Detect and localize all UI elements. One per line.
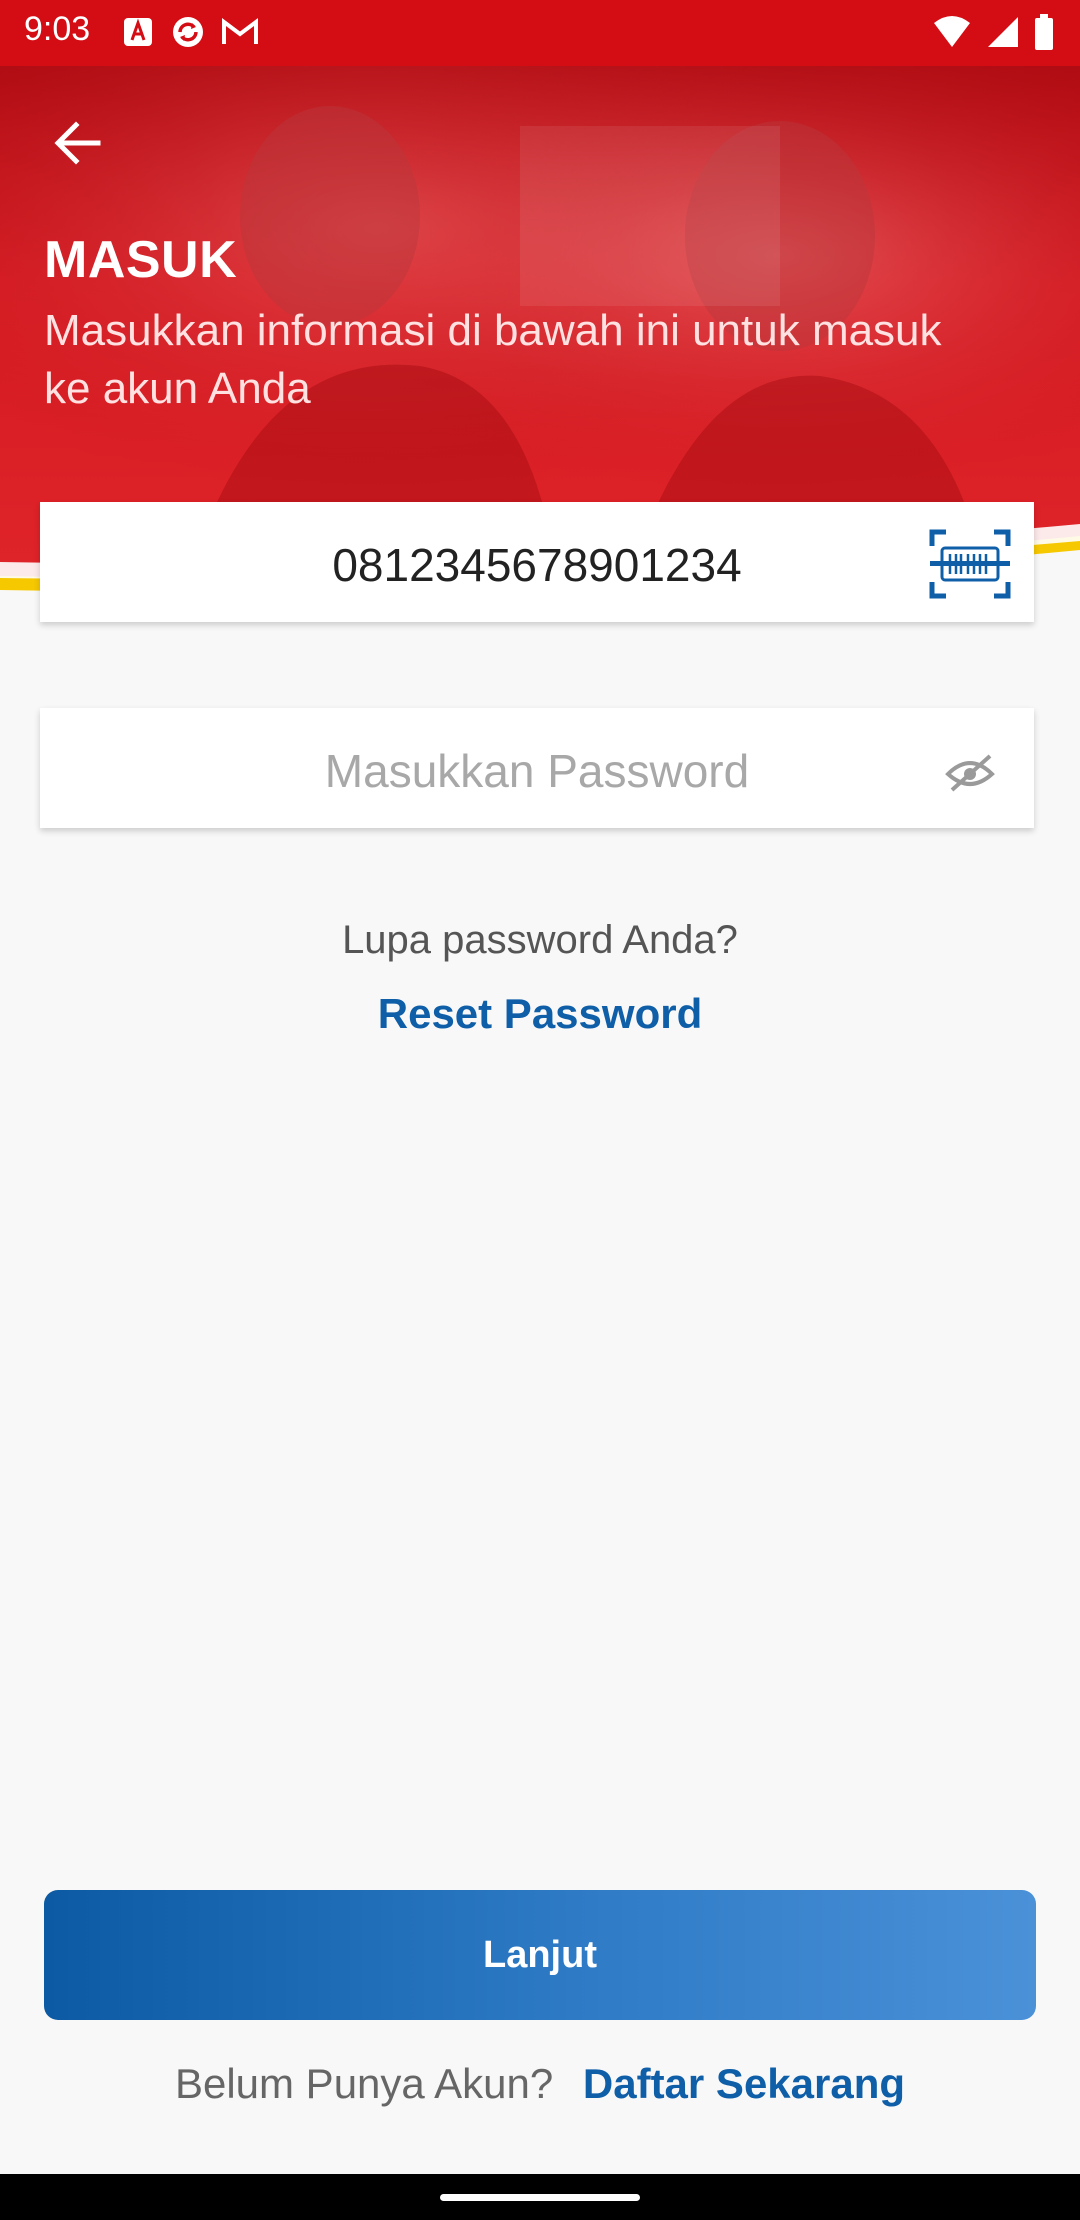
sync-notification-icon xyxy=(170,14,206,50)
status-time: 9:03 xyxy=(24,10,91,48)
back-button[interactable] xyxy=(46,112,108,174)
gmail-notification-icon xyxy=(220,14,258,50)
reset-password-link[interactable]: Reset Password xyxy=(0,990,1080,1038)
battery-icon xyxy=(1034,14,1054,55)
signup-row: Belum Punya Akun? Daftar Sekarang xyxy=(0,2060,1080,2108)
eye-off-icon xyxy=(945,754,995,792)
page-title: MASUK xyxy=(44,231,238,289)
password-field[interactable]: Masukkan Password xyxy=(40,708,1034,828)
system-icons xyxy=(932,14,1054,55)
home-gesture-handle[interactable] xyxy=(440,2194,640,2201)
toggle-password-visibility-button[interactable] xyxy=(928,734,1012,806)
arrow-back-icon xyxy=(54,121,101,165)
next-button[interactable]: Lanjut xyxy=(44,1890,1036,2020)
phone-field[interactable]: 0812345678901234 xyxy=(40,502,1034,622)
signal-icon xyxy=(986,15,1020,54)
app-notification-icon xyxy=(120,14,156,50)
barcode-scan-button[interactable] xyxy=(928,528,1012,600)
status-bar: 9:03 xyxy=(0,0,1080,66)
signup-question: Belum Punya Akun? xyxy=(174,2060,554,2107)
navigation-bar xyxy=(0,2174,1080,2220)
register-now-link[interactable]: Daftar Sekarang xyxy=(583,2060,905,2107)
password-placeholder: Masukkan Password xyxy=(324,745,750,797)
page-subtitle: Masukkan informasi di bawah ini untuk ma… xyxy=(44,306,942,413)
notification-icons xyxy=(120,14,258,50)
phone-value: 0812345678901234 xyxy=(332,539,742,591)
forgot-password-question: Lupa password Anda? xyxy=(342,918,738,962)
wifi-icon xyxy=(932,15,972,54)
barcode-scan-icon xyxy=(929,529,1011,599)
